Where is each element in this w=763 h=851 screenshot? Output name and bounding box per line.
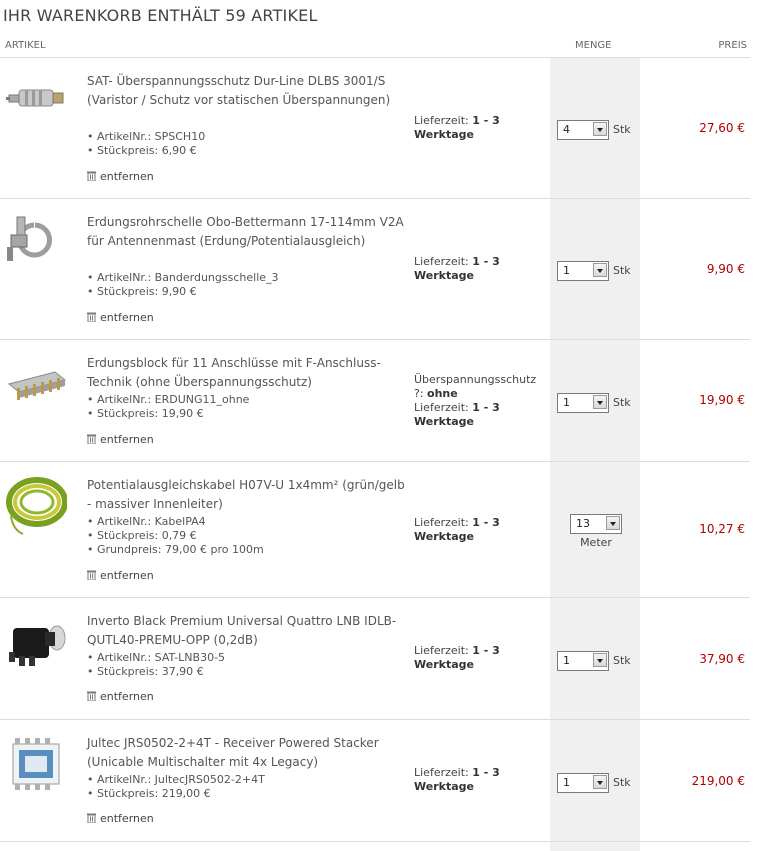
line-price: 27,60 € xyxy=(699,121,745,135)
line-price: 9,90 € xyxy=(706,262,745,276)
multiswitch-image xyxy=(5,734,67,794)
line-price: 219,00 € xyxy=(691,774,745,788)
unit-price: • Stückpreis: 9,90 € xyxy=(87,285,197,298)
chevron-down-icon[interactable] xyxy=(593,394,607,409)
remove-button[interactable]: entfernen xyxy=(87,311,154,324)
remove-label: entfernen xyxy=(100,569,154,582)
quantity-select[interactable]: 13 xyxy=(570,513,622,534)
column-header-quantity: MENGE xyxy=(575,40,612,51)
quantity-unit: Stk xyxy=(613,264,631,277)
cart-table-header: ARTIKEL MENGE PREIS xyxy=(0,38,750,58)
remove-button[interactable]: entfernen xyxy=(87,170,154,183)
remove-label: entfernen xyxy=(100,311,154,324)
quantity-select[interactable]: 1 xyxy=(557,260,609,281)
delivery-info: Überspannungsschutz ?: ohne Lieferzeit: 1… xyxy=(414,373,537,428)
delivery-info: Lieferzeit: 1 - 3 Werktage xyxy=(414,114,500,141)
quantity-unit: Stk xyxy=(613,654,631,667)
quantity-select[interactable]: 1 xyxy=(557,392,609,413)
quantity-control: 1 Stk xyxy=(557,392,631,413)
remove-button[interactable]: entfernen xyxy=(87,433,154,446)
remove-label: entfernen xyxy=(100,433,154,446)
unit-price: • Stückpreis: 6,90 € xyxy=(87,144,197,157)
product-meta: • ArtikelNr.: JultecJRS0502-2+4T • Stück… xyxy=(87,773,265,801)
chevron-down-icon[interactable] xyxy=(593,262,607,277)
quantity-control: 4 Stk xyxy=(557,119,631,140)
product-name[interactable]: Inverto Black Premium Universal Quattro … xyxy=(87,612,407,650)
delivery-info: Lieferzeit: 1 - 3 Werktage xyxy=(414,255,500,282)
quantity-control: 1 Stk xyxy=(557,260,631,281)
article-number: • ArtikelNr.: SPSCH10 xyxy=(87,130,206,143)
delivery-info: Lieferzeit: 1 - 3 Werktage xyxy=(414,766,500,793)
trash-icon xyxy=(87,570,96,580)
product-name[interactable]: Erdungsblock für 11 Anschlüsse mit F-Ans… xyxy=(87,354,407,392)
trash-icon xyxy=(87,171,96,181)
page-title: IHR WARENKORB ENTHÄLT 59 ARTIKEL xyxy=(3,6,318,25)
product-meta: • ArtikelNr.: SAT-LNB30-5 • Stückpreis: … xyxy=(87,651,225,679)
article-number: • ArtikelNr.: ERDUNG11_ohne xyxy=(87,393,250,406)
article-number: • ArtikelNr.: JultecJRS0502-2+4T xyxy=(87,773,265,786)
product-meta: • ArtikelNr.: SPSCH10 • Stückpreis: 6,90… xyxy=(87,130,205,158)
quantity-select[interactable]: 1 xyxy=(557,650,609,671)
article-number: • ArtikelNr.: KabelPA4 xyxy=(87,515,206,528)
article-number: • ArtikelNr.: SAT-LNB30-5 xyxy=(87,651,226,664)
base-price: • Grundpreis: 79,00 € pro 100m xyxy=(87,543,264,556)
product-meta: • ArtikelNr.: ERDUNG11_ohne • Stückpreis… xyxy=(87,393,249,421)
grounding-block-image xyxy=(5,354,67,414)
cart-row: Jultec JRS0502-2+4T - Receiver Powered S… xyxy=(0,720,750,842)
pipe-clamp-image xyxy=(5,209,67,269)
column-header-price: PREIS xyxy=(718,40,747,51)
line-price: 19,90 € xyxy=(699,393,745,407)
quantity-select[interactable]: 4 xyxy=(557,119,609,140)
unit-price: • Stückpreis: 19,90 € xyxy=(87,407,204,420)
quantity-control: 1 Stk xyxy=(557,772,631,793)
chevron-down-icon[interactable] xyxy=(593,774,607,789)
cart-row: Erdungsrohrschelle Obo-Bettermann 17-114… xyxy=(0,199,750,340)
product-name[interactable]: Jultec JRS0502-2+4T - Receiver Powered S… xyxy=(87,734,407,772)
column-header-article: ARTIKEL xyxy=(5,40,46,51)
trash-icon xyxy=(87,312,96,322)
delivery-info: Lieferzeit: 1 - 3 Werktage xyxy=(414,516,500,543)
product-name[interactable]: Potentialausgleichskabel H07V-U 1x4mm² (… xyxy=(87,476,407,514)
quantity-unit: Stk xyxy=(613,396,631,409)
article-number: • ArtikelNr.: Banderdungsschelle_3 xyxy=(87,271,279,284)
cable-coil-image xyxy=(5,476,68,536)
cart-row: SAT- Überspannungsschutz Dur-Line DLBS 3… xyxy=(0,58,750,199)
remove-button[interactable]: entfernen xyxy=(87,569,154,582)
quantity-select[interactable]: 1 xyxy=(557,772,609,793)
remove-label: entfernen xyxy=(100,812,154,825)
quantity-control: 1 Stk xyxy=(557,650,631,671)
quantity-unit: Stk xyxy=(613,776,631,789)
remove-button[interactable]: entfernen xyxy=(87,690,154,703)
trash-icon xyxy=(87,434,96,444)
cart-row: Potentialausgleichskabel H07V-U 1x4mm² (… xyxy=(0,462,750,598)
trash-icon xyxy=(87,691,96,701)
lnb-image xyxy=(5,612,67,672)
surge-protector-image xyxy=(5,70,67,130)
remove-button[interactable]: entfernen xyxy=(87,812,154,825)
product-meta: • ArtikelNr.: KabelPA4 • Stückpreis: 0,7… xyxy=(87,515,264,557)
product-name[interactable]: Erdungsrohrschelle Obo-Bettermann 17-114… xyxy=(87,213,407,251)
product-name[interactable]: SAT- Überspannungsschutz Dur-Line DLBS 3… xyxy=(87,72,407,110)
line-price: 37,90 € xyxy=(699,652,745,666)
unit-price: • Stückpreis: 0,79 € xyxy=(87,529,197,542)
chevron-down-icon[interactable] xyxy=(606,515,620,530)
cart-row: Inverto Black Premium Universal Quattro … xyxy=(0,598,750,720)
remove-label: entfernen xyxy=(100,170,154,183)
delivery-info: Lieferzeit: 1 - 3 Werktage xyxy=(414,644,500,671)
chevron-down-icon[interactable] xyxy=(593,121,607,136)
product-meta: • ArtikelNr.: Banderdungsschelle_3 • Stü… xyxy=(87,271,279,299)
remove-label: entfernen xyxy=(100,690,154,703)
line-price: 10,27 € xyxy=(699,522,745,536)
chevron-down-icon[interactable] xyxy=(593,652,607,667)
quantity-unit: Stk xyxy=(613,123,631,136)
quantity-control: 13 Meter xyxy=(568,513,624,549)
unit-price: • Stückpreis: 219,00 € xyxy=(87,787,211,800)
cart-row: Erdungsblock für 11 Anschlüsse mit F-Ans… xyxy=(0,340,750,462)
unit-price: • Stückpreis: 37,90 € xyxy=(87,665,204,678)
trash-icon xyxy=(87,813,96,823)
quantity-unit: Meter xyxy=(580,535,612,549)
